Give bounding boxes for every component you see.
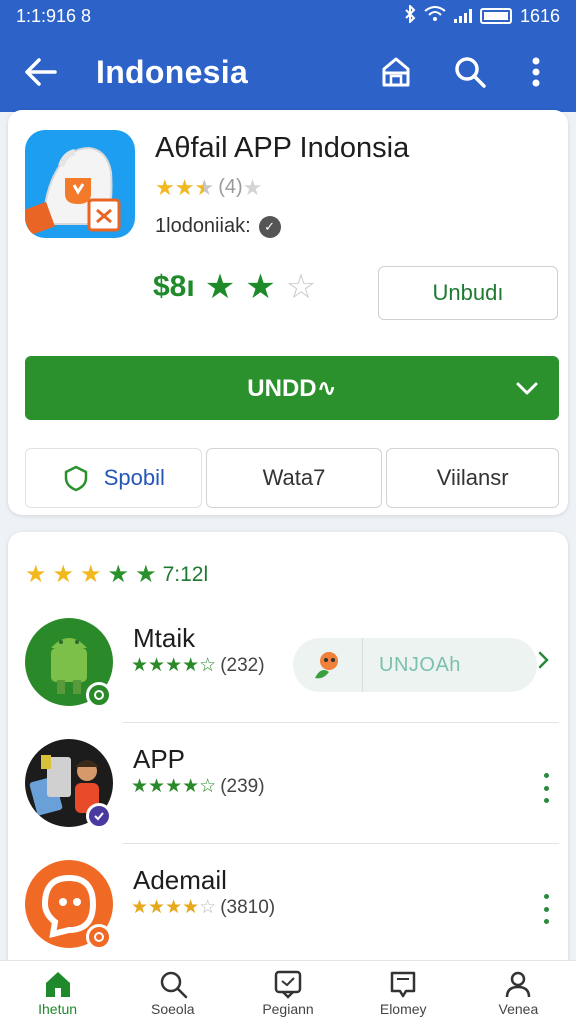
- install-button-label: UNDD∿: [247, 374, 337, 402]
- badge-icon: [86, 924, 112, 950]
- tab-viilansr[interactable]: Viilansr: [386, 448, 559, 508]
- divider: [123, 722, 559, 723]
- developer-name: 1lodoniiak:: [155, 215, 251, 237]
- nav-messages[interactable]: Pegiann: [230, 961, 345, 1024]
- star-icon: ★: [135, 561, 157, 588]
- badge-icon: [86, 682, 112, 708]
- tab-spobil[interactable]: Spobil: [25, 448, 202, 508]
- home-icon: [45, 971, 70, 997]
- list-item-rating: ★★★★ ☆ (239): [131, 775, 265, 798]
- nav-library[interactable]: Elomey: [346, 961, 461, 1024]
- badge-icon: [86, 803, 112, 829]
- star-icon: ★★★★: [131, 897, 200, 918]
- app-name: Aθfail APP Indonsia: [155, 132, 410, 164]
- star-empty-icon: ★: [242, 174, 263, 200]
- search-icon: [455, 57, 486, 88]
- chevron-right-icon[interactable]: [538, 650, 550, 675]
- star-icon: ★: [80, 561, 102, 588]
- install-pill-button[interactable]: UNJOAh: [293, 638, 537, 692]
- tab-wata[interactable]: Wata7: [205, 448, 383, 508]
- bluetooth-icon: [404, 3, 416, 28]
- pill-label: UNJOAh: [379, 653, 461, 676]
- page-title: Indonesia: [96, 53, 249, 90]
- app-rating: ★ ★ ★ (4) ★: [155, 176, 262, 199]
- tab-label: Spobil: [103, 465, 165, 490]
- store-button[interactable]: [374, 50, 418, 94]
- app-price: $8ı: [153, 270, 195, 303]
- star-icon: ★★★★: [131, 655, 200, 676]
- star-outline-icon: ☆: [199, 897, 217, 918]
- star-outline-icon: ☆: [199, 655, 217, 676]
- nav-label: Soeola: [151, 1000, 195, 1017]
- list-item-rating: ★★★★ ☆ (232): [131, 654, 265, 677]
- section-rating: ★ ★ ★ ★ ★ 7:12l: [25, 560, 208, 589]
- nav-label: Ihetun: [38, 1000, 78, 1017]
- battery-icon: [479, 8, 512, 24]
- list-item-count: (239): [220, 775, 265, 797]
- price-rating-row: $8ı ★ ★ ☆: [153, 270, 316, 304]
- related-apps-card: ★ ★ ★ ★ ★ 7:12l Mtaik ★★★★ ☆ (232) UNJOAh: [8, 532, 568, 972]
- star-icon: ★: [155, 174, 175, 200]
- star-outline-icon: ☆: [199, 776, 217, 797]
- more-options-button[interactable]: [536, 894, 556, 924]
- star-icon: ★★★★: [131, 776, 200, 797]
- chevron-down-icon[interactable]: [513, 374, 541, 409]
- star-icon: ★: [204, 268, 236, 306]
- arrow-left-icon: [25, 58, 57, 86]
- nav-label: Elomey: [379, 1000, 427, 1017]
- chat-icon: [274, 970, 302, 999]
- list-item-rating: ★★★★ ☆ (3810): [131, 896, 275, 919]
- overflow-menu-button[interactable]: [514, 50, 558, 94]
- star-outline-icon: ☆: [285, 268, 317, 306]
- person-icon: [506, 971, 531, 997]
- signal-icon: [453, 9, 472, 23]
- book-icon: [390, 971, 416, 997]
- list-item[interactable]: Mtaik ★★★★ ☆ (232) UNJOAh: [8, 618, 568, 728]
- status-icons: 1616: [404, 3, 560, 28]
- bird-icon: [293, 638, 363, 692]
- app-rating-count: (4): [218, 176, 243, 198]
- search-button[interactable]: [448, 50, 492, 94]
- tab-bar: Spobil Wata7 Viilansr: [25, 448, 559, 508]
- status-right-text: 1616: [519, 5, 560, 26]
- list-item[interactable]: Ademail ★★★★ ☆ (3810): [8, 860, 568, 970]
- list-item-name: Mtaik: [133, 623, 196, 653]
- verified-icon: ✓: [258, 215, 281, 238]
- shield-icon: [64, 465, 87, 492]
- section-rating-label: 7:12l: [162, 562, 209, 586]
- star-icon: ★: [174, 174, 195, 200]
- list-item-count: (3810): [220, 896, 276, 918]
- app-developer[interactable]: 1lodoniiak: ✓: [155, 215, 281, 238]
- star-icon: ★: [52, 561, 75, 588]
- more-vertical-icon: [532, 57, 540, 87]
- status-bar: 1:1:916 8 1616: [0, 0, 576, 32]
- back-button[interactable]: [18, 50, 62, 94]
- search-icon: [160, 971, 188, 998]
- star-icon: ★: [107, 561, 130, 588]
- wifi-icon: [424, 5, 446, 27]
- divider: [123, 843, 559, 844]
- nav-label: Venea: [498, 1000, 539, 1017]
- install-button[interactable]: UNDD∿: [25, 356, 559, 420]
- list-item-name: APP: [133, 744, 186, 774]
- list-item-name: Ademail: [133, 865, 227, 895]
- star-icon: ★: [245, 268, 276, 306]
- list-item[interactable]: APP ★★★★ ☆ (239): [8, 739, 568, 849]
- status-time: 1:1:916 8: [16, 5, 92, 26]
- star-half-icon: ★: [194, 174, 215, 200]
- app-logo: [25, 130, 135, 238]
- more-options-button[interactable]: [536, 773, 556, 803]
- secondary-button[interactable]: Unbudı: [378, 266, 558, 320]
- list-item-count: (232): [220, 654, 265, 676]
- nav-home[interactable]: Ihetun: [0, 961, 115, 1024]
- nav-profile[interactable]: Venea: [461, 961, 576, 1024]
- nav-label: Pegiann: [262, 1000, 314, 1017]
- star-icon: ★: [25, 561, 47, 588]
- store-icon: [382, 57, 410, 87]
- app-detail-card: Aθfail APP Indonsia ★ ★ ★ (4) ★ 1lodonii…: [8, 110, 568, 515]
- bottom-navigation: Ihetun Soeola Pegiann Elomey Venea: [0, 960, 576, 1024]
- app-bar: Indonesia: [0, 32, 576, 112]
- nav-search[interactable]: Soeola: [115, 961, 230, 1024]
